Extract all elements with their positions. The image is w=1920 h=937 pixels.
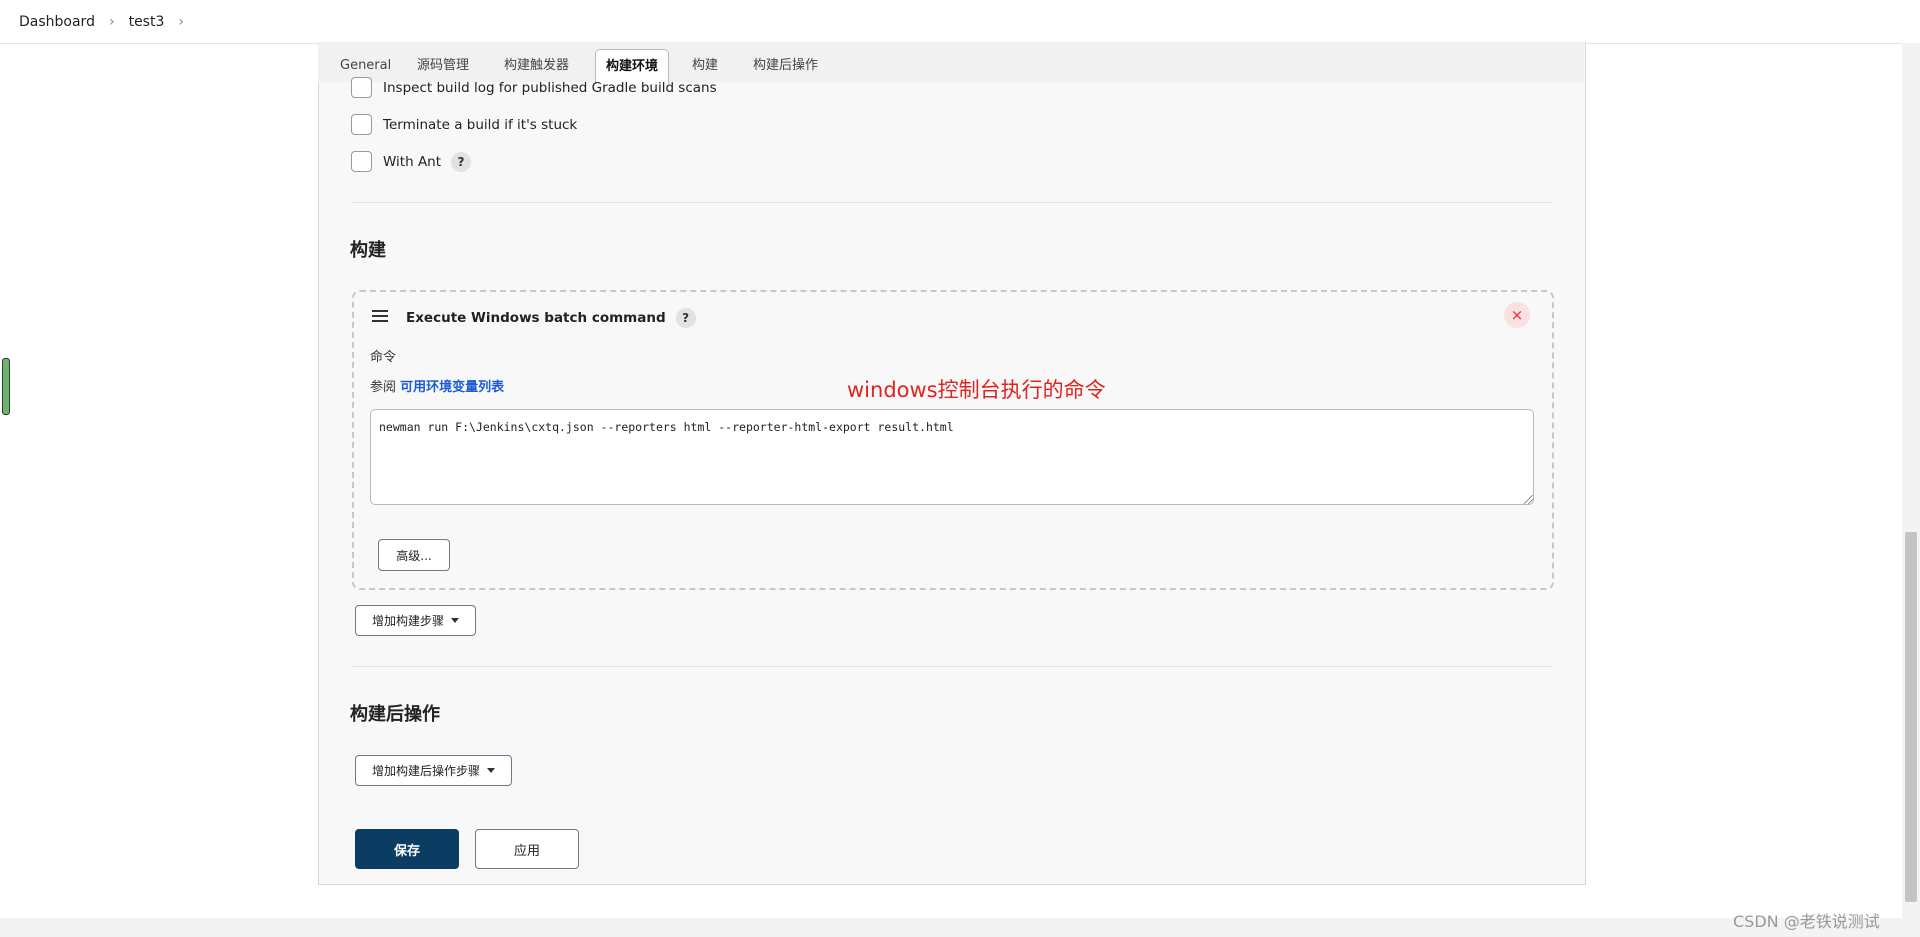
env-vars-link[interactable]: 可用环境变量列表 xyxy=(400,380,504,395)
add-build-step-button[interactable]: 增加构建步骤 xyxy=(355,605,476,636)
apply-button[interactable]: 应用 xyxy=(475,829,579,869)
tab-post-build[interactable]: 构建后操作 xyxy=(743,49,828,83)
config-tabbar: General 源码管理 构建触发器 构建环境 构建 构建后操作 xyxy=(318,42,1584,84)
with-ant-checkbox[interactable] xyxy=(351,151,372,172)
command-textarea[interactable]: newman run F:\Jenkins\cxtq.json --report… xyxy=(370,409,1534,505)
post-build-section-title: 构建后操作 xyxy=(350,704,440,725)
add-post-build-step-button[interactable]: 增加构建后操作步骤 xyxy=(355,755,512,786)
watermark-text: CSDN @老铁说测试 xyxy=(1733,912,1880,931)
option-with-ant: With Ant ? xyxy=(351,151,472,172)
caret-down-icon xyxy=(451,618,459,623)
caret-down-icon xyxy=(487,768,495,773)
command-label: 命令 xyxy=(370,350,397,365)
breadcrumb-dashboard[interactable]: Dashboard xyxy=(19,14,95,30)
breadcrumb-bar: Dashboard › test3 › xyxy=(0,0,1920,44)
add-post-build-step-label: 增加构建后操作步骤 xyxy=(371,764,480,778)
terminate-stuck-checkbox[interactable] xyxy=(351,114,372,135)
build-section-title: 构建 xyxy=(350,240,386,261)
terminate-stuck-label: Terminate a build if it's stuck xyxy=(383,116,578,133)
option-gradle-scans: Inspect build log for published Gradle b… xyxy=(351,77,717,98)
add-build-step-label: 增加构建步骤 xyxy=(371,614,444,628)
breadcrumb-test3[interactable]: test3 xyxy=(129,14,165,30)
build-step-title-text: Execute Windows batch command xyxy=(406,310,666,326)
gradle-scans-checkbox[interactable] xyxy=(351,77,372,98)
env-vars-line: 参阅 可用环境变量列表 xyxy=(370,376,504,395)
annotation-text: windows控制台执行的命令 xyxy=(847,378,1106,402)
scrollbar-thumb[interactable] xyxy=(1905,532,1917,902)
resize-grip-icon[interactable] xyxy=(1524,495,1533,504)
help-icon[interactable]: ? xyxy=(451,151,472,172)
side-panel-handle[interactable] xyxy=(2,358,10,415)
gradle-scans-label: Inspect build log for published Gradle b… xyxy=(383,79,717,96)
section-divider xyxy=(351,666,1553,667)
option-terminate-stuck: Terminate a build if it's stuck xyxy=(351,114,577,135)
env-vars-prefix: 参阅 xyxy=(370,380,397,395)
section-divider xyxy=(351,202,1553,203)
drag-handle-icon[interactable] xyxy=(372,310,388,322)
bottom-strip xyxy=(0,918,1920,937)
build-step-title: Execute Windows batch command ? xyxy=(406,308,696,328)
chevron-right-icon[interactable]: › xyxy=(178,14,184,30)
save-button[interactable]: 保存 xyxy=(355,829,459,869)
build-step-windows-batch: Execute Windows batch command ? × 命令 参阅 … xyxy=(352,290,1554,590)
help-icon[interactable]: ? xyxy=(675,308,696,328)
advanced-button[interactable]: 高级... xyxy=(378,539,450,571)
chevron-right-icon: › xyxy=(108,13,115,30)
with-ant-label: With Ant xyxy=(383,153,442,170)
close-icon[interactable]: × xyxy=(1504,302,1530,328)
